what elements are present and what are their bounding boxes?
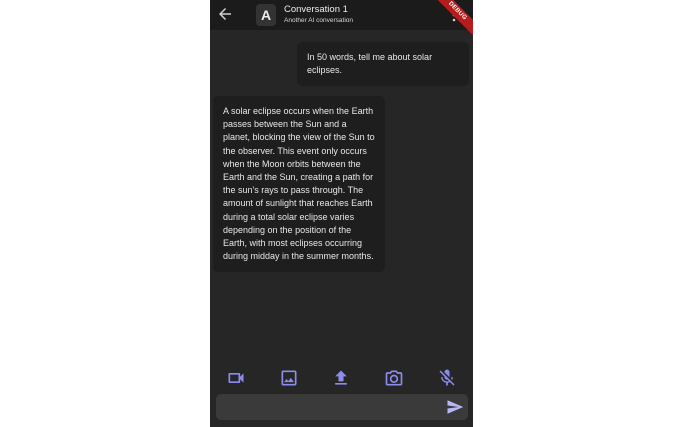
assistant-message-bubble: A solar eclipse occurs when the Earth pa… bbox=[213, 96, 385, 272]
back-button[interactable] bbox=[216, 5, 234, 23]
mic-off-button[interactable] bbox=[437, 368, 457, 388]
app-bar: A Conversation 1 Another AI conversation… bbox=[210, 0, 473, 41]
upload-button[interactable] bbox=[331, 368, 351, 388]
avatar: A bbox=[256, 4, 276, 26]
video-button[interactable] bbox=[226, 368, 246, 388]
camera-button[interactable] bbox=[384, 368, 404, 388]
camera-icon bbox=[385, 370, 403, 386]
message-input[interactable] bbox=[224, 398, 434, 416]
arrow-back-icon bbox=[219, 8, 231, 20]
image-icon bbox=[281, 370, 297, 386]
user-message-bubble: In 50 words, tell me about solar eclipse… bbox=[297, 42, 469, 86]
send-icon bbox=[447, 400, 464, 414]
message-composer bbox=[216, 394, 468, 420]
attachment-toolbar bbox=[210, 366, 473, 390]
conversation-subtitle: Another AI conversation bbox=[284, 17, 354, 24]
image-button[interactable] bbox=[279, 368, 299, 388]
upload-icon bbox=[335, 370, 347, 385]
chat-screen: A Conversation 1 Another AI conversation… bbox=[210, 0, 473, 427]
videocam-icon bbox=[228, 373, 244, 383]
mic-off-icon bbox=[439, 369, 455, 386]
send-button[interactable] bbox=[446, 398, 464, 416]
conversation-title: Conversation 1 bbox=[284, 4, 348, 15]
